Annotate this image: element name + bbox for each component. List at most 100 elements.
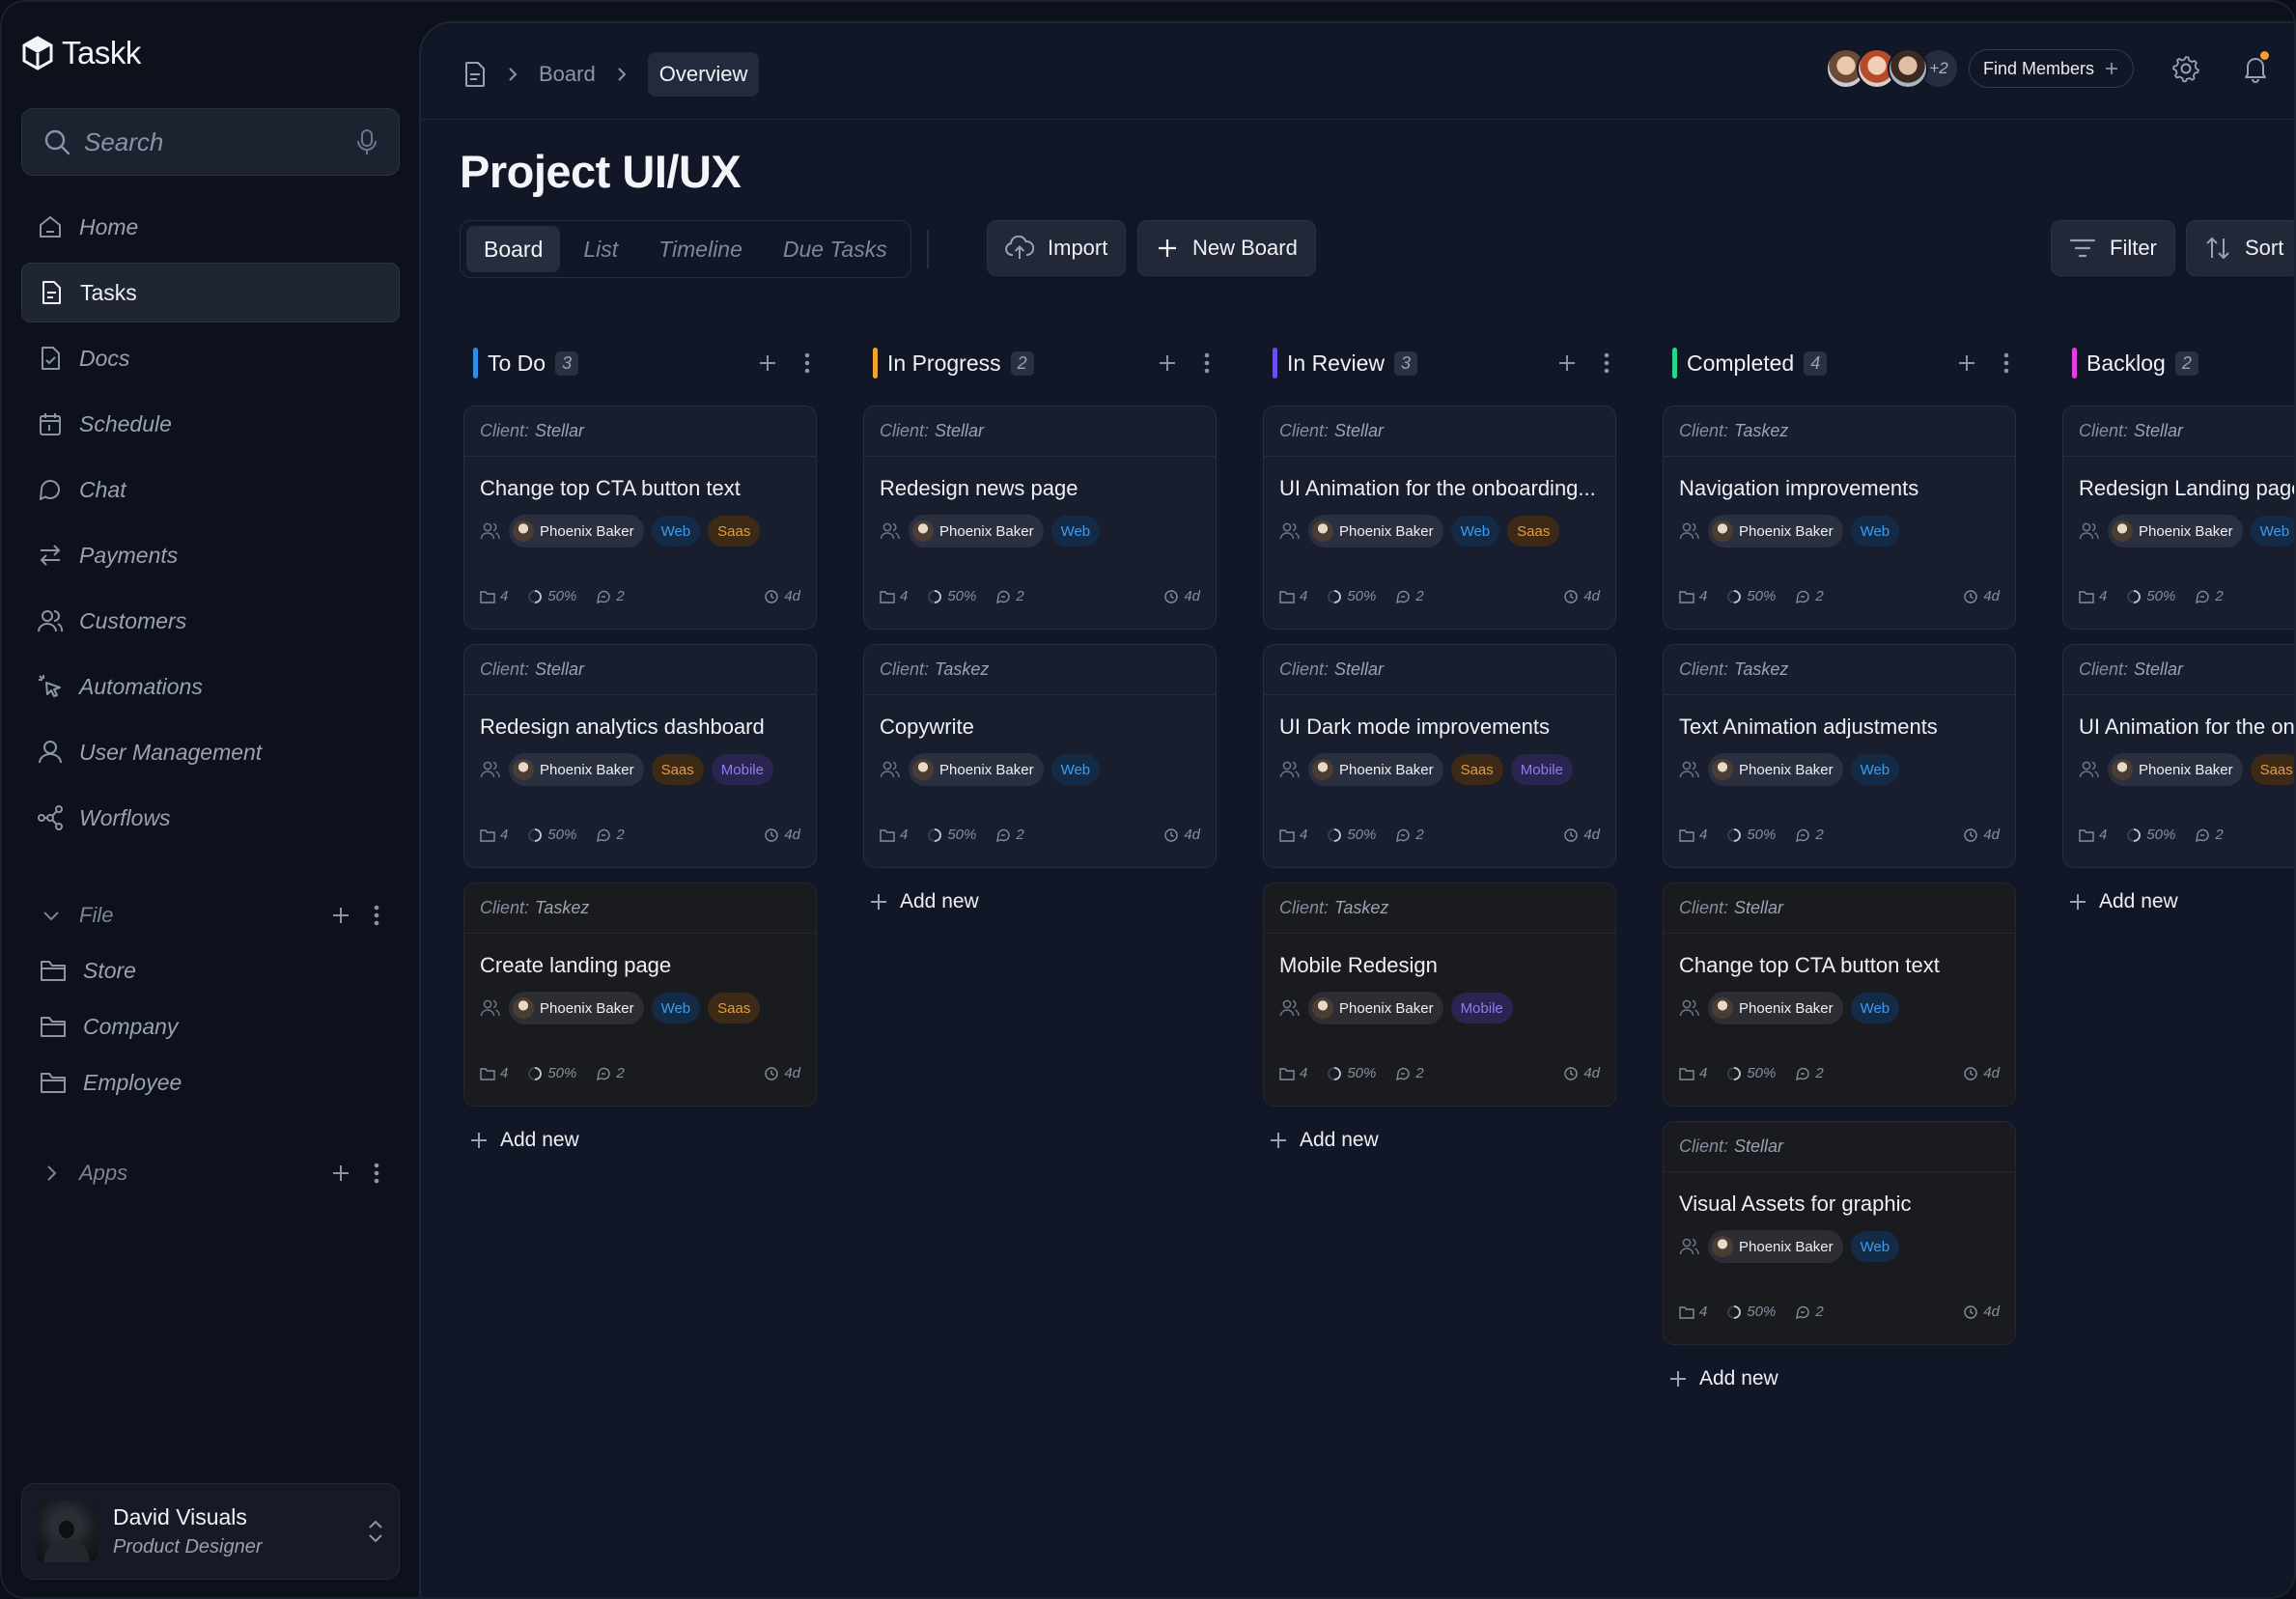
tag-web[interactable]: Web bbox=[1050, 754, 1101, 785]
more-vertical-icon[interactable] bbox=[803, 351, 811, 375]
task-card[interactable]: Client: Stellar Change top CTA button text… bbox=[463, 406, 817, 630]
task-card[interactable]: Client: Stellar Visual Assets for graphic P… bbox=[1663, 1121, 2016, 1345]
sidebar-item-home[interactable]: Home bbox=[21, 197, 400, 257]
add-new-button[interactable]: Add new bbox=[463, 1121, 817, 1160]
settings-button[interactable] bbox=[2169, 51, 2203, 86]
assignee-chip[interactable]: Phoenix Baker bbox=[2108, 753, 2243, 786]
tag-web[interactable]: Web bbox=[1850, 1231, 1900, 1262]
sort-button[interactable]: Sort bbox=[2186, 220, 2294, 276]
tab-list[interactable]: List bbox=[566, 226, 635, 272]
more-vertical-icon[interactable] bbox=[1603, 351, 1610, 375]
assignee-chip[interactable]: Phoenix Baker bbox=[1708, 515, 1843, 547]
logo[interactable]: Taskk bbox=[21, 35, 141, 71]
sidebar-item-chat[interactable]: Chat bbox=[21, 460, 400, 519]
tag-mobile[interactable]: Mobile bbox=[1510, 754, 1573, 785]
more-vertical-icon[interactable] bbox=[373, 1162, 380, 1185]
task-card[interactable]: Client: Stellar Redesign analytics dashboa… bbox=[463, 644, 817, 868]
assignee-chip[interactable]: Phoenix Baker bbox=[909, 515, 1044, 547]
folder-item[interactable]: Store bbox=[21, 942, 400, 998]
assignee-chip[interactable]: Phoenix Baker bbox=[909, 753, 1044, 786]
add-new-button[interactable]: Add new bbox=[863, 883, 1217, 921]
task-card[interactable]: Client: Taskez Navigation improvements Phoe… bbox=[1663, 406, 2016, 630]
assignee-chip[interactable]: Phoenix Baker bbox=[2108, 515, 2243, 547]
assignee-chip[interactable]: Phoenix Baker bbox=[509, 753, 644, 786]
profile-switcher[interactable]: David Visuals Product Designer bbox=[21, 1483, 400, 1580]
tag-web[interactable]: Web bbox=[1850, 993, 1900, 1024]
tag-saas[interactable]: Saas bbox=[708, 993, 761, 1024]
task-card[interactable]: Client: Stellar Redesign Landing page Phoen… bbox=[2062, 406, 2294, 630]
add-new-button[interactable]: Add new bbox=[1263, 1121, 1616, 1160]
sidebar-item-docs[interactable]: Docs bbox=[21, 328, 400, 388]
tag-mobile[interactable]: Mobile bbox=[711, 754, 773, 785]
add-file-icon[interactable] bbox=[330, 905, 351, 926]
task-card[interactable]: Client: Taskez Mobile Redesign Phoenix Bake… bbox=[1263, 883, 1616, 1107]
add-new-button[interactable]: Add new bbox=[1663, 1360, 2016, 1398]
add-app-icon[interactable] bbox=[330, 1163, 351, 1184]
add-new-button[interactable]: Add new bbox=[2062, 883, 2294, 921]
tag-saas[interactable]: Saas bbox=[651, 754, 704, 785]
task-card[interactable]: Client: Taskez Create landing page Phoenix … bbox=[463, 883, 817, 1107]
task-card[interactable]: Client: Taskez Text Animation adjustments P… bbox=[1663, 644, 2016, 868]
apps-section-header[interactable]: Apps bbox=[21, 1149, 400, 1197]
member-avatars[interactable]: +2 bbox=[1825, 48, 1959, 89]
task-card[interactable]: Client:Stellar UI Animation for the onboa… bbox=[1263, 406, 1616, 630]
task-card[interactable]: Client: Stellar UI Dark mode improvements P… bbox=[1263, 644, 1616, 868]
tag-saas[interactable]: Saas bbox=[1507, 516, 1560, 547]
breadcrumb-board[interactable]: Board bbox=[539, 62, 596, 87]
task-card[interactable]: Client: Stellar Change top CTA button text… bbox=[1663, 883, 2016, 1107]
assignee-chip[interactable]: Phoenix Baker bbox=[509, 515, 644, 547]
import-button[interactable]: Import bbox=[987, 220, 1127, 276]
tag-web[interactable]: Web bbox=[1050, 516, 1101, 547]
assignee-chip[interactable]: Phoenix Baker bbox=[1708, 1230, 1843, 1263]
tag-saas[interactable]: Saas bbox=[1450, 754, 1503, 785]
tab-timeline[interactable]: Timeline bbox=[641, 226, 760, 272]
more-vertical-icon[interactable] bbox=[2002, 351, 2010, 375]
assignee-chip[interactable]: Phoenix Baker bbox=[1708, 992, 1843, 1024]
folder-item[interactable]: Employee bbox=[21, 1054, 400, 1110]
more-vertical-icon[interactable] bbox=[373, 904, 380, 927]
tag-web[interactable]: Web bbox=[1450, 516, 1500, 547]
add-card-icon[interactable] bbox=[1956, 352, 1977, 374]
new-board-button[interactable]: New Board bbox=[1137, 220, 1316, 276]
sidebar-item-user-management[interactable]: User Management bbox=[21, 722, 400, 782]
add-card-icon[interactable] bbox=[757, 352, 778, 374]
tag-mobile[interactable]: Mobile bbox=[1450, 993, 1513, 1024]
assignee-chip[interactable]: Phoenix Baker bbox=[509, 992, 644, 1024]
assignee-name: Phoenix Baker bbox=[1739, 1238, 1834, 1255]
task-card[interactable]: Client:Stellar UI Animation for the onboa… bbox=[2062, 644, 2294, 868]
breadcrumb-overview[interactable]: Overview bbox=[647, 52, 760, 97]
find-members-button[interactable]: Find Members bbox=[1968, 49, 2134, 88]
tag-web[interactable]: Web bbox=[2250, 516, 2294, 547]
assignee-chip[interactable]: Phoenix Baker bbox=[1308, 992, 1443, 1024]
add-card-icon[interactable] bbox=[1157, 352, 1178, 374]
microphone-icon[interactable] bbox=[356, 128, 378, 155]
file-section-header[interactable]: File bbox=[21, 891, 400, 940]
add-card-icon[interactable] bbox=[1556, 352, 1578, 374]
tab-due-tasks[interactable]: Due Tasks bbox=[766, 226, 905, 272]
tag-web[interactable]: Web bbox=[1850, 754, 1900, 785]
search-input[interactable]: Search bbox=[84, 127, 356, 157]
sidebar-item-customers[interactable]: Customers bbox=[21, 591, 400, 651]
tag-saas[interactable]: Saas bbox=[2250, 754, 2294, 785]
sidebar-item-tasks[interactable]: Tasks bbox=[21, 263, 400, 323]
tab-board[interactable]: Board bbox=[466, 226, 561, 272]
sidebar-item-payments[interactable]: Payments bbox=[21, 525, 400, 585]
task-card[interactable]: Client: Taskez Copywrite Phoenix Baker Web 4 5… bbox=[863, 644, 1217, 868]
sidebar-item-worflows[interactable]: Worflows bbox=[21, 788, 400, 848]
filter-button[interactable]: Filter bbox=[2051, 220, 2175, 276]
assignee-chip[interactable]: Phoenix Baker bbox=[1308, 515, 1443, 547]
tag-saas[interactable]: Saas bbox=[708, 516, 761, 547]
tag-web[interactable]: Web bbox=[651, 516, 701, 547]
more-vertical-icon[interactable] bbox=[1203, 351, 1211, 375]
assignee-chip[interactable]: Phoenix Baker bbox=[1308, 753, 1443, 786]
folder-item[interactable]: Company bbox=[21, 998, 400, 1054]
notifications-button[interactable] bbox=[2238, 51, 2273, 86]
sidebar-item-schedule[interactable]: Schedule bbox=[21, 394, 400, 454]
tag-web[interactable]: Web bbox=[651, 993, 701, 1024]
document-icon[interactable] bbox=[463, 61, 487, 88]
task-card[interactable]: Client: Stellar Redesign news page Phoenix … bbox=[863, 406, 1217, 630]
assignee-chip[interactable]: Phoenix Baker bbox=[1708, 753, 1843, 786]
sidebar-item-automations[interactable]: Automations bbox=[21, 657, 400, 716]
search-box[interactable]: Search bbox=[21, 108, 400, 176]
tag-web[interactable]: Web bbox=[1850, 516, 1900, 547]
